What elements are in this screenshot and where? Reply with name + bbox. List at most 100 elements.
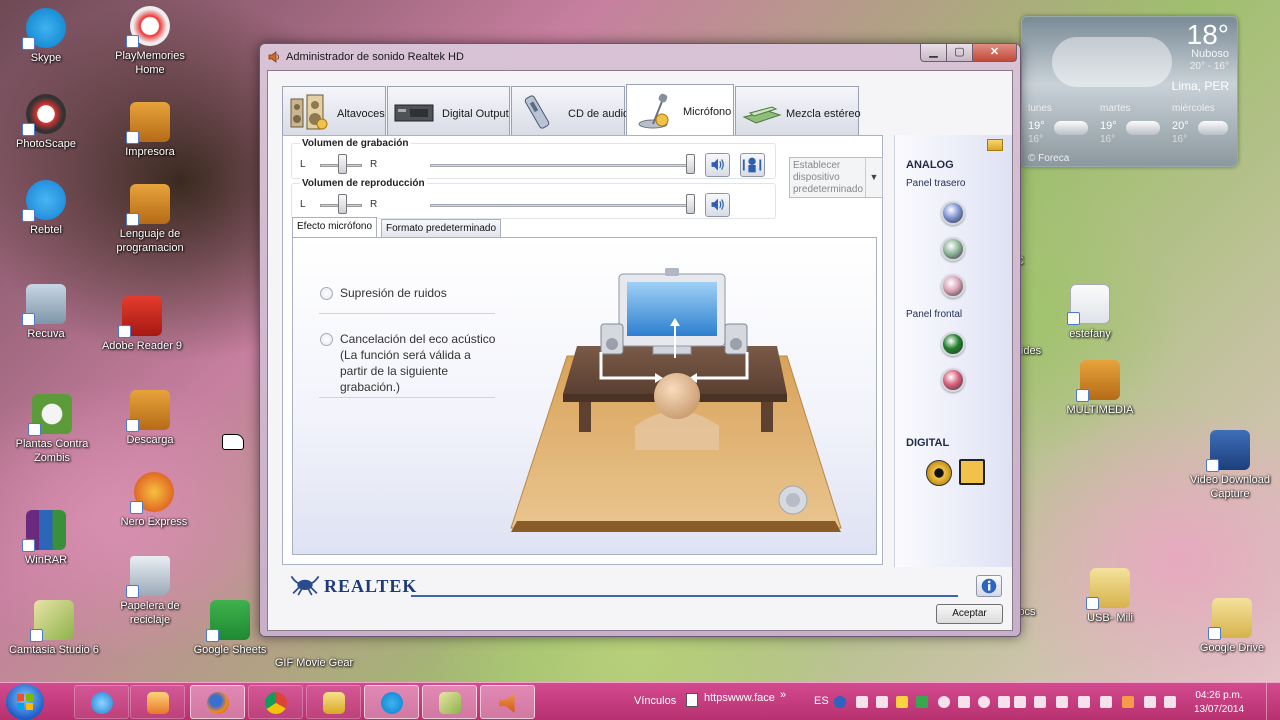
skype-icon [22, 8, 66, 50]
chevron-right-icon[interactable]: » [780, 689, 786, 701]
forecast-high: 20° [1172, 120, 1189, 132]
maximize-button[interactable]: ▢ [946, 44, 973, 62]
playback-volume-slider[interactable] [686, 194, 695, 214]
desktop-icon-photoscape[interactable]: PhotoScape [0, 94, 92, 151]
noise-suppression-radio[interactable] [320, 287, 333, 300]
tray-icon[interactable] [958, 696, 970, 708]
desktop-icon-playmemories[interactable]: PlayMemories Home [104, 6, 196, 77]
speaker-tray-icon[interactable] [1122, 696, 1134, 708]
links-toolbar-label[interactable]: Vínculos [634, 695, 676, 707]
recording-volume-slider[interactable] [686, 154, 695, 174]
taskbar-media-player[interactable] [130, 685, 185, 719]
noise-suppression-label[interactable]: Supresión de ruidos [340, 285, 447, 301]
recording-mute-button[interactable] [705, 153, 730, 177]
tab-microfono[interactable]: Micrófono [626, 84, 734, 136]
tab-digital-output[interactable]: Digital Output [387, 86, 510, 136]
desktop-icon-usb-mili[interactable]: USB- Mili [1064, 568, 1156, 625]
chrome-icon [265, 692, 287, 714]
desktop-icon-descarga[interactable]: Descarga [104, 390, 196, 447]
playback-volume-group: Volumen de reproducción L R [291, 178, 776, 219]
folder-settings-icon[interactable] [987, 139, 1003, 151]
desktop-icon-multimedia[interactable]: MULTIMEDIA [1054, 360, 1146, 417]
flag-icon[interactable] [1014, 696, 1026, 708]
tab-label: Micrófono [683, 106, 732, 118]
forecast-day: miércoles [1172, 103, 1215, 114]
start-button[interactable] [6, 684, 44, 720]
set-default-device-dropdown[interactable]: Establecer dispositivo predeterminado ▼ [789, 157, 883, 198]
balance-right-label: R [370, 159, 378, 170]
tray-icon[interactable] [998, 696, 1010, 708]
forecast-cloud-icon [1126, 121, 1160, 135]
tab-cd-audio[interactable]: CD de audio [511, 86, 629, 136]
tray-icon[interactable] [876, 696, 888, 708]
playback-balance-slider[interactable] [338, 194, 347, 214]
tray-icon[interactable] [1144, 696, 1156, 708]
realtek-crab-icon [290, 575, 320, 596]
taskbar-internet-explorer[interactable] [74, 685, 129, 719]
rear-jack-blue[interactable] [941, 201, 965, 225]
desktop-icon-impresora[interactable]: Impresora [104, 102, 196, 159]
title-bar[interactable]: Administrador de sonido Realtek HD ▁ ▢ ✕ [260, 44, 1020, 70]
echo-cancellation-label[interactable]: Cancelación del eco acústico (La función… [340, 331, 495, 395]
desktop-icon-google-drive[interactable]: Google Drive [1186, 598, 1278, 655]
show-desktop-button[interactable] [1266, 683, 1280, 720]
tray-icon[interactable] [1164, 696, 1176, 708]
tab-formato-predeterminado[interactable]: Formato predeterminado [381, 219, 502, 238]
tray-icon[interactable] [938, 696, 950, 708]
accept-button[interactable]: Aceptar [936, 604, 1003, 624]
help-icon[interactable] [834, 696, 846, 708]
tray-icon[interactable] [978, 696, 990, 708]
recording-volume-title: Volumen de grabación [300, 138, 411, 149]
desktop-icon-video-download-capture[interactable]: Video Download Capture [1184, 430, 1276, 501]
taskbar-file-explorer[interactable] [306, 685, 361, 719]
tray-icon[interactable] [896, 696, 908, 708]
desktop-icon-recuva[interactable]: Recuva [0, 284, 92, 341]
info-button[interactable] [976, 575, 1002, 597]
front-jack-green[interactable] [941, 332, 965, 356]
weather-gadget[interactable]: 18° Nuboso 20° - 16° Lima, PER lunes 19°… [1021, 16, 1238, 167]
tab-efecto-microfono[interactable]: Efecto micrófono [292, 217, 378, 238]
language-indicator[interactable]: ES [814, 695, 829, 707]
tray-icon[interactable] [1078, 696, 1090, 708]
coaxial-jack-icon[interactable] [926, 460, 952, 486]
echo-cancellation-radio[interactable] [320, 333, 333, 346]
taskbar-skype[interactable] [364, 685, 419, 719]
desktop-icon-plants-vs-zombies[interactable]: Plantas Contra Zombis [6, 394, 98, 465]
taskbar-clock[interactable]: 04:26 p.m. 13/07/2014 [1186, 689, 1252, 717]
desktop-icon-adobe-reader[interactable]: Adobe Reader 9 [96, 296, 188, 353]
recording-balance-slider[interactable] [338, 154, 347, 174]
taskbar-firefox[interactable] [190, 685, 245, 719]
desktop-icon-lenguaje[interactable]: Lenguaje de programacion [104, 184, 196, 255]
desktop-icon-winrar[interactable]: WinRAR [0, 510, 92, 567]
close-button[interactable]: ✕ [972, 44, 1017, 62]
folder-icon [1086, 568, 1130, 610]
desktop-icon-camtasia[interactable]: Camtasia Studio 6 [8, 600, 100, 657]
tray-icon[interactable] [1100, 696, 1112, 708]
tray-icon[interactable] [916, 696, 928, 708]
desktop-icon-estefany[interactable]: estefany [1044, 284, 1136, 341]
playback-mute-button[interactable] [705, 193, 730, 217]
recording-advanced-button[interactable] [740, 153, 765, 177]
network-icon[interactable] [1034, 696, 1046, 708]
volume-tray-icon[interactable] [1056, 696, 1068, 708]
desktop-icon-recycle-bin[interactable]: Papelera de reciclaje [104, 556, 196, 627]
rear-jack-green[interactable] [941, 237, 965, 261]
optical-jack-icon[interactable] [959, 459, 985, 485]
desktop-icon-nero-express[interactable]: Nero Express [108, 472, 200, 529]
weather-source[interactable]: © Foreca [1028, 153, 1069, 164]
weather-condition: Nuboso [1191, 48, 1229, 60]
front-jack-pink[interactable] [941, 368, 965, 392]
divider [319, 313, 495, 314]
desktop-icon-skype[interactable]: Skype [0, 8, 92, 65]
tray-icon[interactable] [856, 696, 868, 708]
desktop-icon-gif-movie-gear[interactable]: GIF Movie Gear [268, 656, 360, 670]
taskbar-chrome[interactable] [248, 685, 303, 719]
desktop-icon-rebtel[interactable]: Rebtel [0, 180, 92, 237]
taskbar-realtek[interactable] [480, 685, 535, 719]
links-toolbar-url[interactable]: httpswww.face [704, 692, 775, 704]
minimize-button[interactable]: ▁ [920, 44, 947, 62]
tab-mezcla-estereo[interactable]: Mezcla estéreo [735, 86, 861, 136]
tab-altavoces[interactable]: Altavoces [282, 86, 386, 136]
rear-jack-pink[interactable] [941, 274, 965, 298]
taskbar-camtasia[interactable] [422, 685, 477, 719]
